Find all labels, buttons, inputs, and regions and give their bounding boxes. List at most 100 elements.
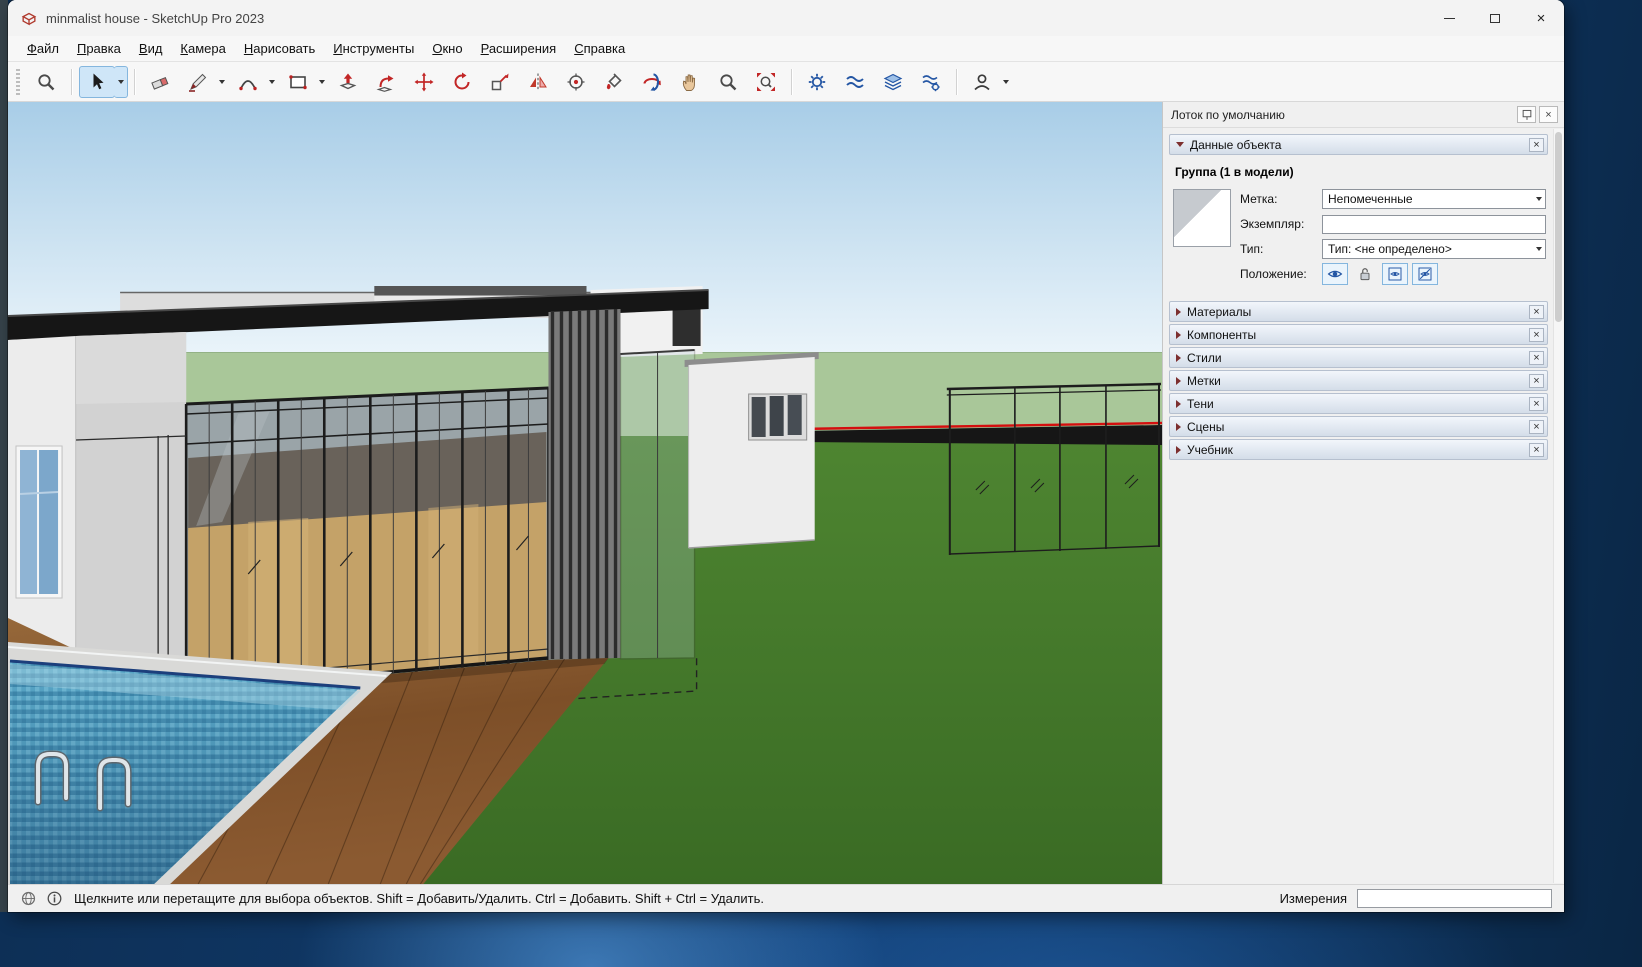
zoom-tool-button[interactable] bbox=[710, 66, 746, 98]
move-tool-button[interactable] bbox=[406, 66, 442, 98]
menu-item-8[interactable]: Расширения bbox=[472, 37, 566, 60]
measurements-label: Измерения bbox=[1279, 891, 1347, 906]
close-section-button[interactable]: × bbox=[1529, 327, 1544, 342]
close-button[interactable]: × bbox=[1518, 0, 1564, 36]
eraser-tool-button[interactable] bbox=[142, 66, 178, 98]
info-icon[interactable] bbox=[46, 890, 63, 907]
entity-info-close-button[interactable]: × bbox=[1529, 137, 1544, 152]
toolbar-grip[interactable] bbox=[16, 68, 20, 95]
arc-tool-menu-caret[interactable] bbox=[265, 66, 279, 98]
minimize-button[interactable] bbox=[1426, 0, 1472, 36]
tray-section-title: Метки bbox=[1187, 373, 1221, 388]
toolbar-separator bbox=[134, 68, 135, 95]
hide-rest-toggle[interactable] bbox=[1412, 263, 1438, 285]
model-info-tool-button[interactable] bbox=[799, 66, 835, 98]
tray-section-header-6[interactable]: Сцены × bbox=[1169, 416, 1548, 437]
tray-close-button[interactable]: × bbox=[1539, 106, 1558, 123]
expand-arrow-icon bbox=[1176, 445, 1181, 454]
scale-tool-button[interactable] bbox=[482, 66, 518, 98]
rectangle-icon bbox=[288, 72, 308, 92]
close-section-button[interactable]: × bbox=[1529, 373, 1544, 388]
tag-select[interactable]: Непомеченные bbox=[1322, 189, 1546, 209]
expand-arrow-icon bbox=[1176, 330, 1181, 339]
position-toggles bbox=[1322, 263, 1438, 285]
eye-box-icon bbox=[1387, 266, 1403, 282]
rectangle-tool-button[interactable] bbox=[280, 66, 316, 98]
entity-info-header[interactable]: Данные объекта × bbox=[1169, 134, 1548, 155]
measurements-input[interactable] bbox=[1357, 889, 1552, 908]
orbit-tool-button[interactable] bbox=[634, 66, 670, 98]
pan-tool-button[interactable] bbox=[672, 66, 708, 98]
hidden-toggle[interactable] bbox=[1322, 263, 1348, 285]
tray-section-header-4[interactable]: Метки × bbox=[1169, 370, 1548, 391]
hide-same-level-toggle[interactable] bbox=[1382, 263, 1408, 285]
expand-arrow-icon bbox=[1176, 422, 1181, 431]
paint-bucket-icon bbox=[604, 72, 624, 92]
arc-icon bbox=[238, 72, 258, 92]
position-camera-tool-button[interactable] bbox=[558, 66, 594, 98]
account-tool-button[interactable] bbox=[964, 66, 1000, 98]
scene-svg[interactable] bbox=[8, 102, 1162, 884]
tray-scrollbar[interactable] bbox=[1553, 129, 1563, 883]
search-tool-button[interactable] bbox=[28, 66, 64, 98]
geolocation-icon[interactable] bbox=[20, 890, 37, 907]
rectangle-tool-menu-caret[interactable] bbox=[315, 66, 329, 98]
tray-settings-tool-button[interactable] bbox=[913, 66, 949, 98]
type-select[interactable]: Тип: <не определено> bbox=[1322, 239, 1546, 259]
paint-bucket-tool-button[interactable] bbox=[596, 66, 632, 98]
menu-item-7[interactable]: Окно bbox=[423, 37, 471, 60]
tray-section-header-7[interactable]: Учебник × bbox=[1169, 439, 1548, 460]
search-icon bbox=[36, 72, 56, 92]
tray-section-title: Материалы bbox=[1187, 304, 1252, 319]
soften-edges-tool-button[interactable] bbox=[837, 66, 873, 98]
zoom-extents-tool-button[interactable] bbox=[748, 66, 784, 98]
lock-toggle[interactable] bbox=[1352, 263, 1378, 285]
tray-pin-button[interactable] bbox=[1517, 106, 1536, 123]
pan-icon bbox=[680, 72, 700, 92]
close-section-button[interactable]: × bbox=[1529, 442, 1544, 457]
close-section-button[interactable]: × bbox=[1529, 396, 1544, 411]
entity-thumbnail bbox=[1173, 189, 1231, 247]
menu-item-3[interactable]: Вид bbox=[130, 37, 172, 60]
menu-item-6[interactable]: Инструменты bbox=[324, 37, 423, 60]
viewport-3d[interactable] bbox=[8, 102, 1162, 884]
select-tool-menu-caret[interactable] bbox=[114, 65, 128, 98]
menu-item-5[interactable]: Нарисовать bbox=[235, 37, 324, 60]
default-tray: Лоток по умолчанию × Данные объекта × Гр… bbox=[1162, 102, 1564, 884]
status-hint: Щелкните или перетащите для выбора объек… bbox=[74, 891, 764, 906]
expand-arrow-icon bbox=[1176, 353, 1181, 362]
expand-arrow-icon bbox=[1176, 399, 1181, 408]
position-label: Положение: bbox=[1240, 267, 1307, 281]
model-info-icon bbox=[807, 72, 827, 92]
menu-item-4[interactable]: Камера bbox=[171, 37, 234, 60]
rotate-tool-button[interactable] bbox=[444, 66, 480, 98]
tray-section-header-1[interactable]: Материалы × bbox=[1169, 301, 1548, 322]
louver-fins bbox=[548, 309, 621, 660]
instance-input[interactable] bbox=[1322, 214, 1546, 234]
menu-item-2[interactable]: Правка bbox=[68, 37, 130, 60]
close-section-button[interactable]: × bbox=[1529, 419, 1544, 434]
maximize-button[interactable] bbox=[1472, 0, 1518, 36]
eraser-icon bbox=[150, 72, 170, 92]
line-tool-button[interactable] bbox=[180, 66, 216, 98]
follow-me-tool-button[interactable] bbox=[368, 66, 404, 98]
tray-section-header-5[interactable]: Тени × bbox=[1169, 393, 1548, 414]
zoom-icon bbox=[718, 72, 738, 92]
type-field-label: Тип: bbox=[1240, 242, 1264, 256]
close-section-button[interactable]: × bbox=[1529, 350, 1544, 365]
tray-section-header-3[interactable]: Стили × bbox=[1169, 347, 1548, 368]
account-tool-menu-caret[interactable] bbox=[999, 66, 1013, 98]
menu-item-1[interactable]: Файл bbox=[18, 37, 68, 60]
flip-tool-button[interactable] bbox=[520, 66, 556, 98]
select-tool-button[interactable] bbox=[79, 65, 115, 98]
scrollbar-thumb[interactable] bbox=[1555, 132, 1562, 322]
arc-tool-button[interactable] bbox=[230, 66, 266, 98]
menu-item-9[interactable]: Справка bbox=[565, 37, 634, 60]
push-pull-tool-button[interactable] bbox=[330, 66, 366, 98]
line-tool-menu-caret[interactable] bbox=[215, 66, 229, 98]
tray-section-header-2[interactable]: Компоненты × bbox=[1169, 324, 1548, 345]
rotate-icon bbox=[452, 72, 472, 92]
right-wing bbox=[684, 352, 819, 549]
close-section-button[interactable]: × bbox=[1529, 304, 1544, 319]
tags-layers-tool-button[interactable] bbox=[875, 66, 911, 98]
